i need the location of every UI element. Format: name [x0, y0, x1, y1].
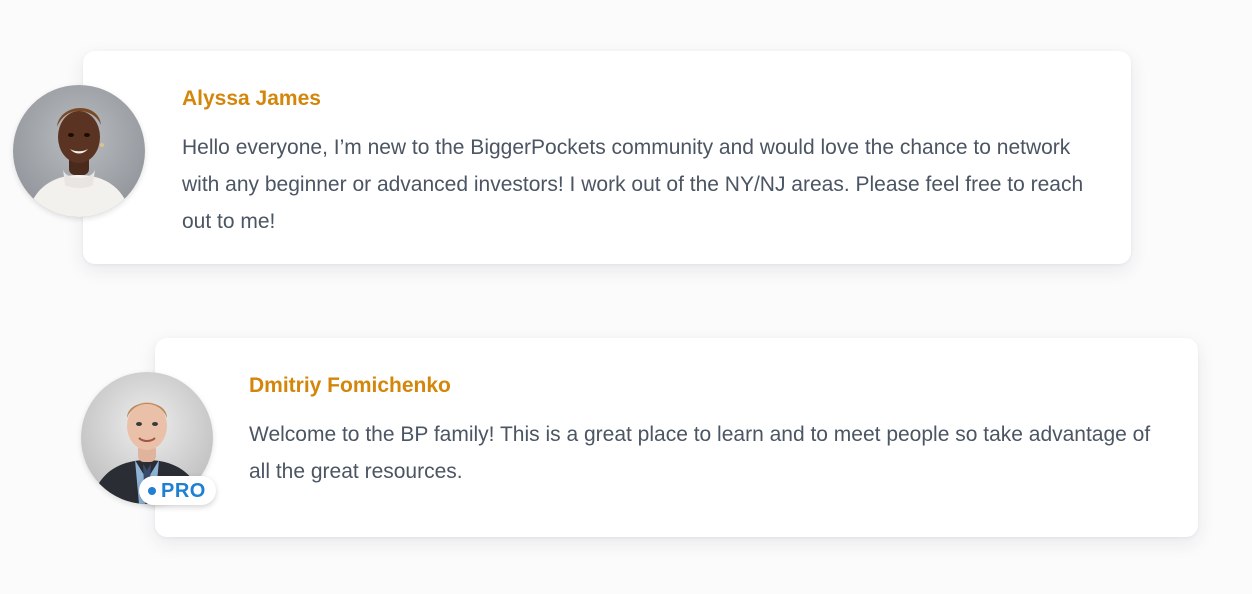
comment-text: Welcome to the BP family! This is a grea…	[249, 423, 1151, 483]
pro-badge[interactable]: PRO	[139, 476, 216, 505]
avatar[interactable]	[13, 85, 145, 217]
comment-text: Hello everyone, I’m new to the BiggerPoc…	[182, 136, 1084, 233]
comment-card: Dmitriy Fomichenko Welcome to the BP fam…	[155, 338, 1198, 537]
author-name[interactable]: Alyssa James	[182, 85, 1091, 113]
pro-dot-icon	[148, 486, 156, 495]
comments-page: Alyssa James Hello everyone, I’m new to …	[0, 0, 1252, 594]
comment-card: Alyssa James Hello everyone, I’m new to …	[83, 51, 1131, 264]
author-name[interactable]: Dmitriy Fomichenko	[249, 372, 1158, 400]
user-photo-icon	[13, 85, 145, 217]
pro-badge-label: PRO	[161, 479, 206, 502]
